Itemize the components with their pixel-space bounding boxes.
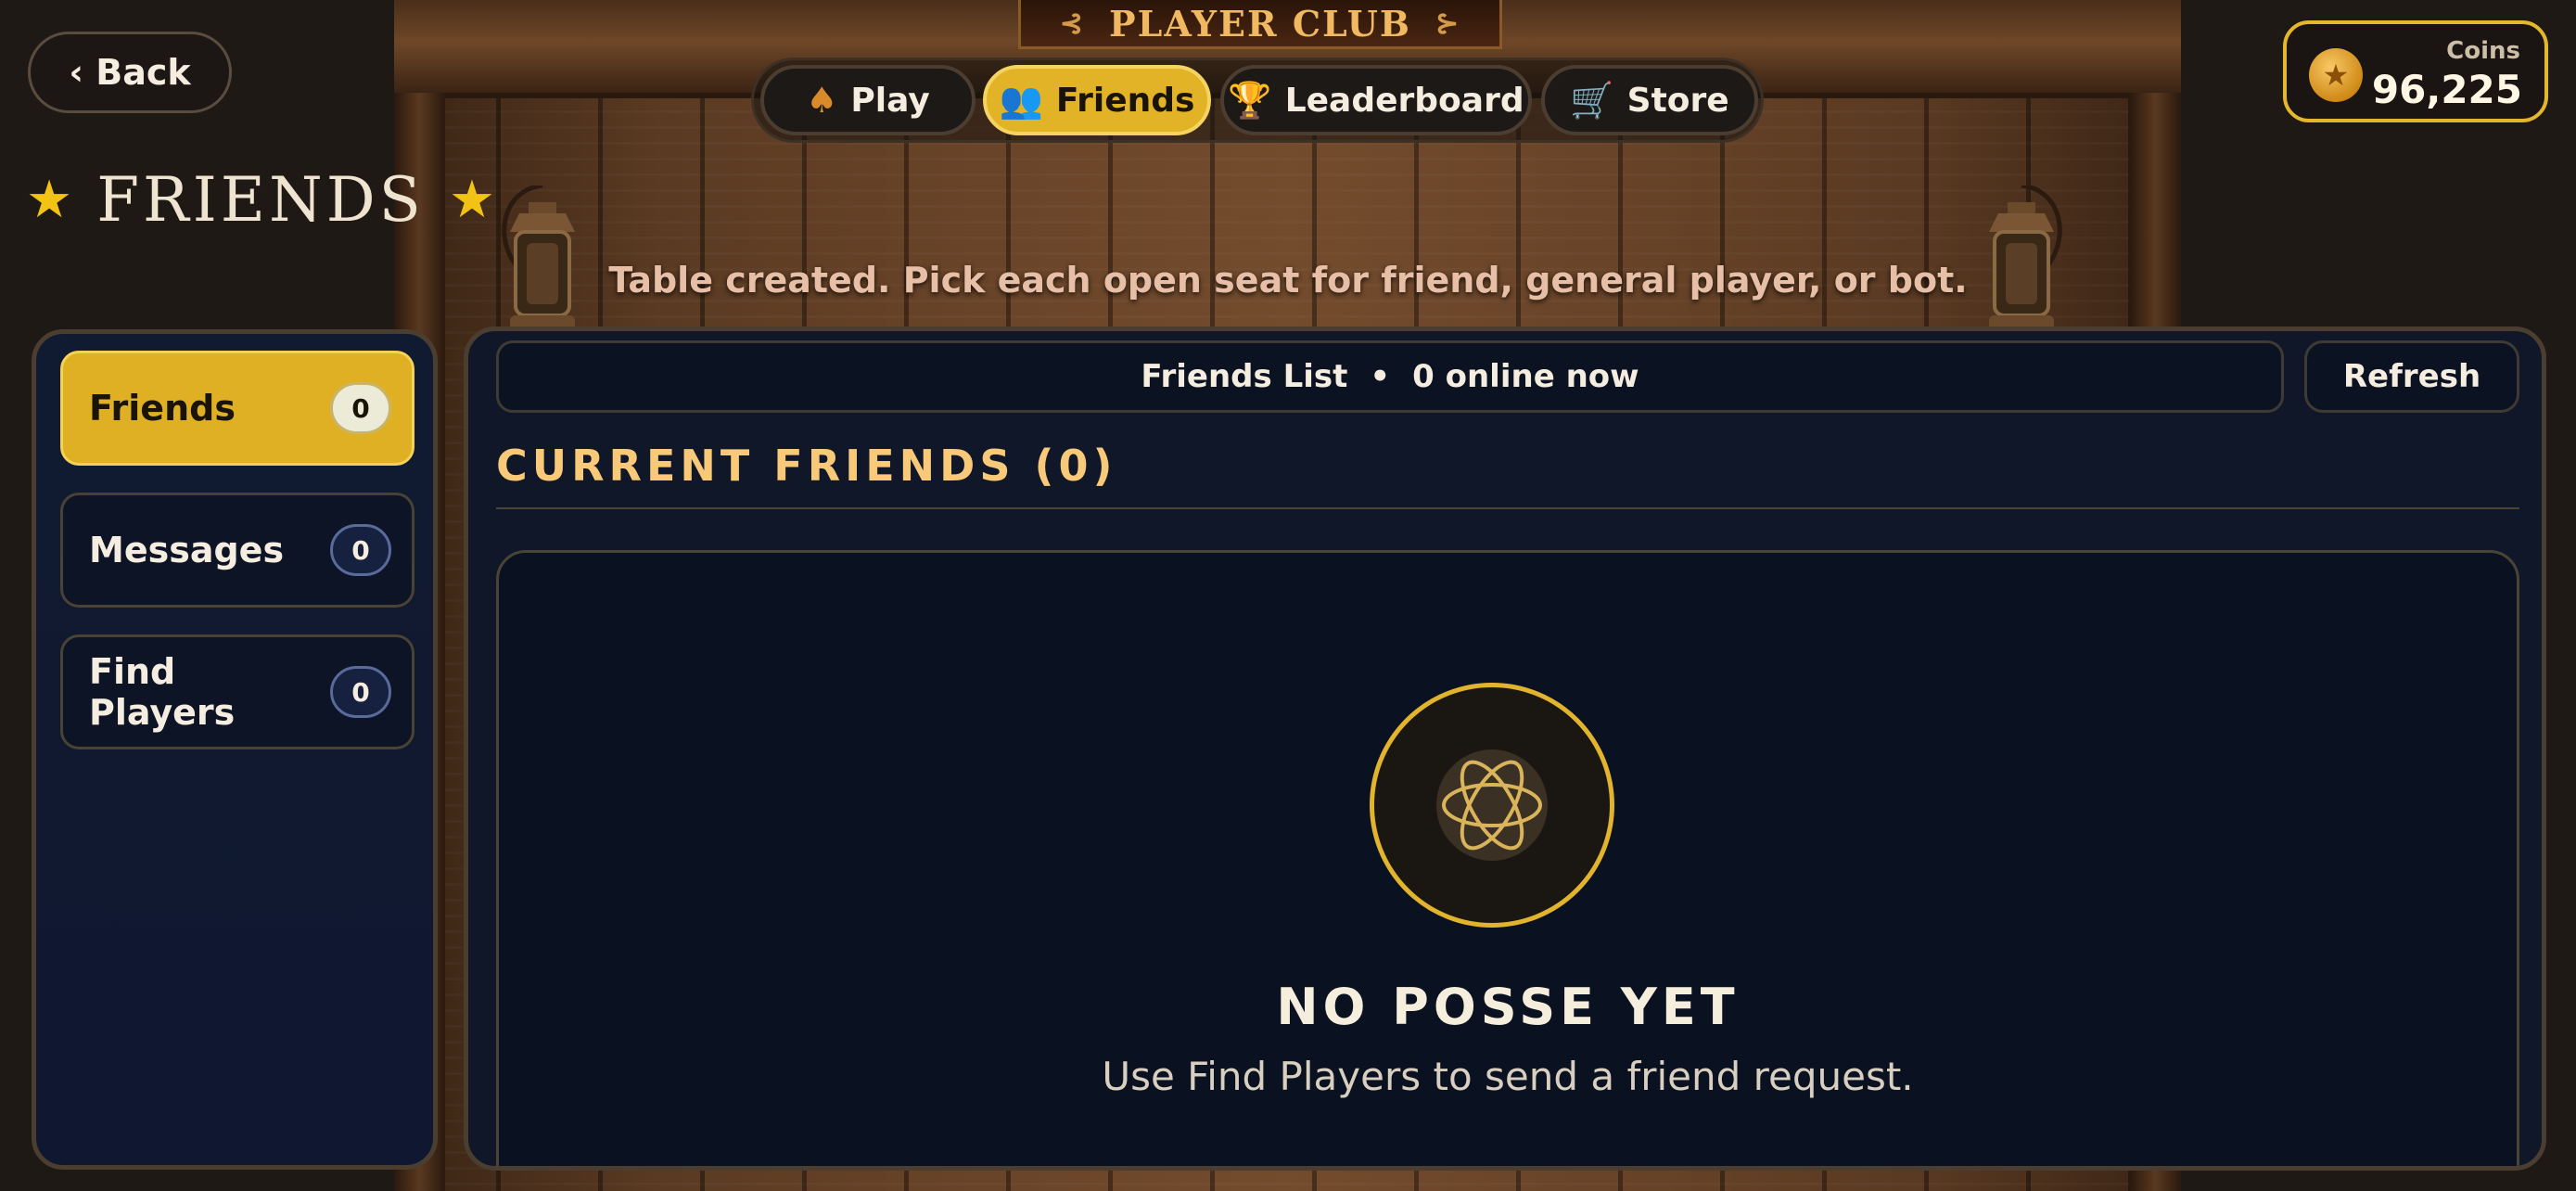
sidebar-item-label: Friends (89, 388, 236, 429)
empty-state-card: NO POSSE YET Use Find Players to send a … (496, 550, 2519, 1166)
nav-store-button[interactable]: 🛒 Store (1541, 65, 1758, 135)
empty-state-badge (1370, 683, 1614, 928)
nav-play-label: Play (850, 81, 930, 120)
back-button[interactable]: ‹ Back (28, 32, 232, 113)
cart-icon: 🛒 (1570, 79, 1614, 121)
section-divider (496, 507, 2519, 509)
empty-state-subtitle: Use Find Players to send a friend reques… (1102, 1054, 1914, 1099)
friends-list-header: Friends List • 0 online now (496, 340, 2284, 413)
refresh-button[interactable]: Refresh (2304, 340, 2519, 413)
friends-panel: Friends List • 0 online now Refresh CURR… (464, 327, 2546, 1171)
nav-leaderboard-button[interactable]: 🏆 Leaderboard (1220, 65, 1532, 135)
online-count: 0 online now (1412, 358, 1639, 395)
empty-state-title: NO POSSE YET (1276, 978, 1740, 1036)
sidebar-item-friends[interactable]: Friends 0 (60, 351, 414, 466)
count-badge: 0 (330, 382, 391, 434)
sheriff-star-icon (1436, 749, 1548, 861)
section-title: CURRENT FRIENDS (0) (496, 441, 1117, 491)
page-title: ★ FRIENDS ★ (26, 158, 495, 241)
separator-dot: • (1370, 358, 1391, 395)
list-title: Friends List (1141, 358, 1348, 395)
ornament-left-icon: ⊰ (1059, 6, 1086, 40)
people-icon: 👥 (999, 79, 1043, 121)
nav-friends-label: Friends (1055, 81, 1195, 120)
coins-label: Coins (2446, 37, 2520, 65)
coin-icon: ★ (2309, 48, 2363, 102)
player-club-sign: ⊰ PLAYER CLUB ⊱ (1018, 0, 1502, 49)
nav-friends-button[interactable]: 👥 Friends (983, 65, 1211, 135)
club-title: PLAYER CLUB (1109, 2, 1411, 45)
star-icon: ★ (448, 169, 496, 230)
coins-balance: ★ Coins 96,225 (2283, 20, 2548, 122)
sidebar-item-label: Find Players (89, 651, 236, 733)
count-badge: 0 (330, 666, 391, 718)
sidebar-item-label: Messages (89, 530, 285, 570)
page-title-text: FRIENDS (96, 163, 425, 236)
nav-leaderboard-label: Leaderboard (1284, 81, 1524, 120)
spade-icon: ♠ (806, 80, 838, 121)
trophy-icon: 🏆 (1228, 79, 1272, 121)
coins-value: 96,225 (2371, 67, 2522, 112)
status-message: Table created. Pick each open seat for f… (608, 260, 1968, 301)
count-badge: 0 (330, 524, 391, 576)
sidebar: Friends 0 Messages 0 Find Players 0 (32, 329, 438, 1170)
star-icon: ★ (26, 169, 73, 230)
nav-store-label: Store (1626, 81, 1729, 120)
nav-play-button[interactable]: ♠ Play (760, 65, 976, 135)
sidebar-item-find-players[interactable]: Find Players 0 (60, 634, 414, 749)
ornament-right-icon: ⊱ (1435, 6, 1461, 40)
sidebar-item-messages[interactable]: Messages 0 (60, 493, 414, 608)
